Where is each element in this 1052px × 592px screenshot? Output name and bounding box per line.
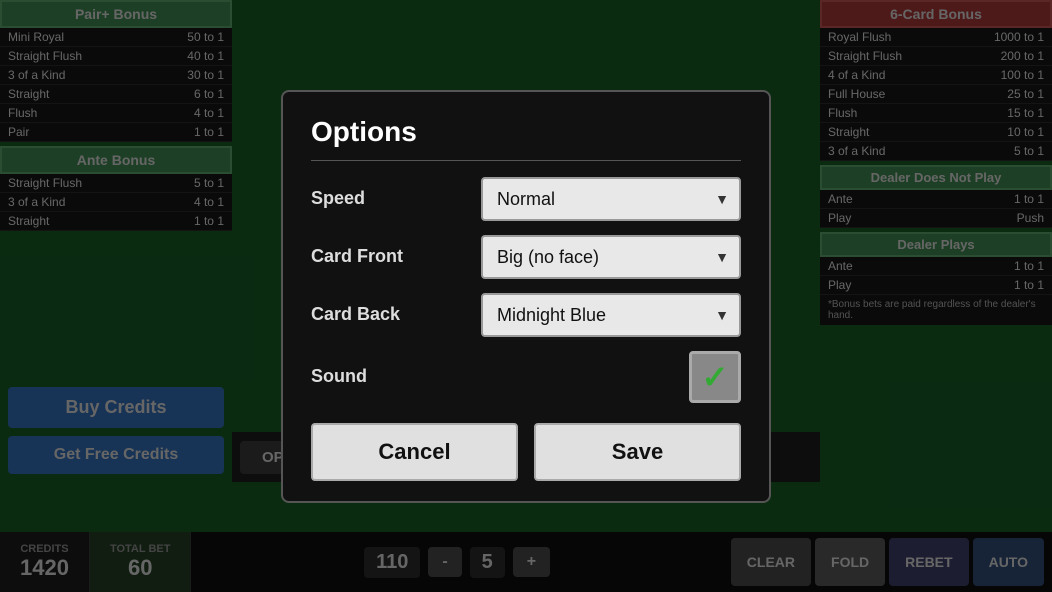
card-front-label: Card Front bbox=[311, 246, 431, 267]
sound-toggle[interactable]: ✓ bbox=[689, 351, 741, 403]
sound-row: Sound ✓ bbox=[311, 351, 741, 403]
modal-overlay: Options Speed Slow Normal Fast ▼ Card Fr… bbox=[0, 0, 1052, 592]
speed-row: Speed Slow Normal Fast ▼ bbox=[311, 177, 741, 221]
speed-select-wrapper: Slow Normal Fast ▼ bbox=[481, 177, 741, 221]
card-front-select-wrapper: Standard Big (no face) Big (with face) ▼ bbox=[481, 235, 741, 279]
speed-select[interactable]: Slow Normal Fast bbox=[481, 177, 741, 221]
modal-buttons: Cancel Save bbox=[311, 423, 741, 481]
card-back-select-wrapper: Midnight Blue Red Green Black ▼ bbox=[481, 293, 741, 337]
modal-title: Options bbox=[311, 116, 741, 161]
speed-label: Speed bbox=[311, 188, 431, 209]
checkmark-icon: ✓ bbox=[702, 358, 729, 396]
cancel-button[interactable]: Cancel bbox=[311, 423, 518, 481]
card-back-select[interactable]: Midnight Blue Red Green Black bbox=[481, 293, 741, 337]
save-button[interactable]: Save bbox=[534, 423, 741, 481]
sound-checkbox-wrapper: ✓ bbox=[431, 351, 741, 403]
card-front-row: Card Front Standard Big (no face) Big (w… bbox=[311, 235, 741, 279]
card-back-label: Card Back bbox=[311, 304, 431, 325]
sound-label: Sound bbox=[311, 366, 431, 387]
card-front-select[interactable]: Standard Big (no face) Big (with face) bbox=[481, 235, 741, 279]
card-back-row: Card Back Midnight Blue Red Green Black … bbox=[311, 293, 741, 337]
options-modal: Options Speed Slow Normal Fast ▼ Card Fr… bbox=[281, 90, 771, 503]
